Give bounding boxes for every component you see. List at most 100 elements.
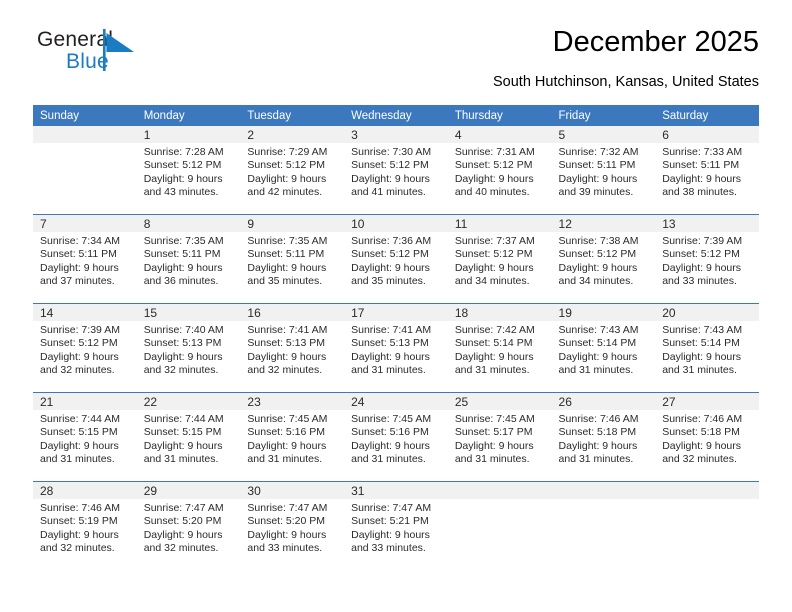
day-cell-inner: 5 Sunrise: 7:32 AM Sunset: 5:11 PM Daylight… [551,126,656,214]
day-cell-inner: 3 Sunrise: 7:30 AM Sunset: 5:12 PM Daylight… [344,126,448,214]
daylight-duration-line2: and 33 minutes. [351,542,426,555]
calendar-day-cell[interactable]: 2 Sunrise: 7:29 AM Sunset: 5:12 PM Daylight… [240,126,345,215]
daylight-duration-line2: and 31 minutes. [558,453,634,466]
sunrise-time: Sunrise: 7:28 AM [143,146,224,158]
daylight-duration-line2: and 41 minutes. [351,186,426,199]
calendar-day-cell[interactable]: 19 Sunrise: 7:43 AM Sunset: 5:14 PM Dayligh… [551,303,656,393]
day-sun-info: Sunrise: 7:39 AM Sunset: 5:12 PM Daylight:… [655,232,759,289]
sunset-time: Sunset: 5:11 PM [558,159,636,172]
sunset-time: Sunset: 5:14 PM [558,337,637,350]
day-sun-info: Sunrise: 7:30 AM Sunset: 5:12 PM Daylight:… [344,143,448,200]
day-sun-info: Sunrise: 7:46 AM Sunset: 5:18 PM Daylight:… [552,410,656,467]
day-sun-info: Sunrise: 7:46 AM Sunset: 5:19 PM Daylight:… [33,499,137,556]
daylight-duration-line2: and 38 minutes. [662,186,737,199]
calendar-day-cell[interactable]: 24 Sunrise: 7:45 AM Sunset: 5:16 PM Dayligh… [344,392,448,482]
calendar-day-cell[interactable]: 31 Sunrise: 7:47 AM Sunset: 5:21 PM Dayligh… [344,481,448,570]
day-sun-info: Sunrise: 7:28 AM Sunset: 5:12 PM Daylight:… [137,143,241,200]
weekday-header-thursday: Thursday [447,105,552,126]
day-number: 30 [240,482,345,499]
sunset-time: Sunset: 5:16 PM [247,426,326,439]
daylight-duration-line1: Daylight: 9 hours [40,528,119,541]
day-cell-inner: 9 Sunrise: 7:35 AM Sunset: 5:11 PM Daylight… [240,215,345,303]
day-cell-inner: 2 Sunrise: 7:29 AM Sunset: 5:12 PM Daylight… [240,126,345,214]
sunset-time: Sunset: 5:19 PM [40,515,118,528]
sunrise-time: Sunrise: 7:46 AM [662,413,743,425]
calendar-day-cell[interactable]: 12 Sunrise: 7:38 AM Sunset: 5:12 PM Dayligh… [551,214,656,304]
day-cell-inner: 18 Sunrise: 7:42 AM Sunset: 5:14 PM Dayligh… [447,304,552,392]
calendar-day-cell[interactable]: 28 Sunrise: 7:46 AM Sunset: 5:19 PM Dayligh… [33,481,137,570]
calendar-day-cell [447,481,552,570]
sunrise-time: Sunrise: 7:47 AM [351,502,432,514]
sunrise-time: Sunrise: 7:46 AM [40,502,120,514]
calendar-day-cell[interactable]: 15 Sunrise: 7:40 AM Sunset: 5:13 PM Dayligh… [136,303,241,393]
daylight-duration-line1: Daylight: 9 hours [351,528,430,541]
calendar-day-cell[interactable]: 10 Sunrise: 7:36 AM Sunset: 5:12 PM Dayligh… [344,214,448,304]
day-sun-info: Sunrise: 7:44 AM Sunset: 5:15 PM Daylight:… [33,410,137,467]
brand-logo[interactable]: General Blue [37,28,217,88]
calendar-day-cell[interactable]: 6 Sunrise: 7:33 AM Sunset: 5:11 PM Daylight… [655,126,759,215]
daylight-duration-line1: Daylight: 9 hours [454,350,534,363]
calendar-day-cell[interactable]: 13 Sunrise: 7:39 AM Sunset: 5:12 PM Dayligh… [655,214,759,304]
daylight-duration-line1: Daylight: 9 hours [247,350,327,363]
day-sun-info: Sunrise: 7:46 AM Sunset: 5:18 PM Daylight:… [655,410,759,467]
sunset-time: Sunset: 5:17 PM [454,426,533,439]
calendar-day-cell[interactable]: 18 Sunrise: 7:42 AM Sunset: 5:14 PM Dayligh… [447,303,552,393]
day-number: 15 [136,304,241,321]
calendar-day-cell[interactable]: 4 Sunrise: 7:31 AM Sunset: 5:12 PM Daylight… [447,126,552,215]
day-cell-inner: 24 Sunrise: 7:45 AM Sunset: 5:16 PM Dayligh… [344,393,448,481]
calendar-day-cell[interactable]: 9 Sunrise: 7:35 AM Sunset: 5:11 PM Daylight… [240,214,345,304]
daylight-duration-line1: Daylight: 9 hours [143,261,223,274]
calendar-day-cell[interactable]: 7 Sunrise: 7:34 AM Sunset: 5:11 PM Daylight… [33,214,137,304]
sunset-time: Sunset: 5:12 PM [143,159,222,172]
day-number: 20 [655,304,759,321]
calendar-day-cell[interactable]: 3 Sunrise: 7:30 AM Sunset: 5:12 PM Daylight… [344,126,448,215]
calendar-day-cell[interactable]: 11 Sunrise: 7:37 AM Sunset: 5:12 PM Dayligh… [447,214,552,304]
sunset-time: Sunset: 5:12 PM [40,337,118,350]
daylight-duration-line2: and 32 minutes. [247,364,323,377]
daylight-duration-line1: Daylight: 9 hours [143,439,223,452]
brand-name-blue: Blue [66,50,109,73]
day-number: 16 [240,304,345,321]
sunset-time: Sunset: 5:18 PM [662,426,740,439]
calendar-day-cell[interactable]: 8 Sunrise: 7:35 AM Sunset: 5:11 PM Daylight… [136,214,241,304]
day-number: 18 [447,304,552,321]
calendar-day-cell[interactable]: 5 Sunrise: 7:32 AM Sunset: 5:11 PM Daylight… [551,126,656,215]
day-cell-inner: 4 Sunrise: 7:31 AM Sunset: 5:12 PM Daylight… [447,126,552,214]
day-cell-inner: 19 Sunrise: 7:43 AM Sunset: 5:14 PM Dayligh… [551,304,656,392]
calendar-day-cell[interactable]: 14 Sunrise: 7:39 AM Sunset: 5:12 PM Dayligh… [33,303,137,393]
calendar-day-cell[interactable]: 26 Sunrise: 7:46 AM Sunset: 5:18 PM Dayligh… [551,392,656,482]
calendar-day-cell[interactable]: 23 Sunrise: 7:45 AM Sunset: 5:16 PM Dayligh… [240,392,345,482]
calendar-day-cell[interactable]: 21 Sunrise: 7:44 AM Sunset: 5:15 PM Dayligh… [33,392,137,482]
day-sun-info: Sunrise: 7:36 AM Sunset: 5:12 PM Daylight:… [344,232,448,289]
calendar-day-cell[interactable]: 27 Sunrise: 7:46 AM Sunset: 5:18 PM Dayligh… [655,392,759,482]
daylight-duration-line2: and 43 minutes. [143,186,219,199]
calendar-day-cell[interactable]: 25 Sunrise: 7:45 AM Sunset: 5:17 PM Dayligh… [447,392,552,482]
day-number: 22 [136,393,241,410]
sunrise-time: Sunrise: 7:45 AM [454,413,535,425]
sunset-time: Sunset: 5:20 PM [247,515,326,528]
day-number: 5 [551,126,656,143]
day-number [551,482,656,499]
day-sun-info: Sunrise: 7:39 AM Sunset: 5:12 PM Daylight:… [33,321,137,378]
daylight-duration-line2: and 31 minutes. [40,453,115,466]
calendar-day-cell[interactable]: 30 Sunrise: 7:47 AM Sunset: 5:20 PM Dayligh… [240,481,345,570]
day-number: 1 [136,126,241,143]
page-header: General Blue December 2025 South Hutchin… [33,26,759,98]
calendar-day-cell[interactable]: 16 Sunrise: 7:41 AM Sunset: 5:13 PM Dayligh… [240,303,345,393]
daylight-duration-line1: Daylight: 9 hours [247,172,327,185]
calendar-day-cell[interactable]: 17 Sunrise: 7:41 AM Sunset: 5:13 PM Dayligh… [344,303,448,393]
calendar-day-cell[interactable]: 29 Sunrise: 7:47 AM Sunset: 5:20 PM Dayligh… [136,481,241,570]
daylight-duration-line1: Daylight: 9 hours [662,261,742,274]
daylight-duration-line2: and 42 minutes. [247,186,323,199]
sunrise-time: Sunrise: 7:45 AM [351,413,432,425]
calendar-day-cell[interactable]: 1 Sunrise: 7:28 AM Sunset: 5:12 PM Daylight… [136,126,241,215]
daylight-duration-line2: and 31 minutes. [558,364,634,377]
calendar-day-cell[interactable]: 22 Sunrise: 7:44 AM Sunset: 5:15 PM Dayligh… [136,392,241,482]
sunset-time: Sunset: 5:20 PM [143,515,222,528]
daylight-duration-line2: and 32 minutes. [662,453,737,466]
day-number: 27 [655,393,759,410]
calendar-day-cell[interactable]: 20 Sunrise: 7:43 AM Sunset: 5:14 PM Dayligh… [655,303,759,393]
day-sun-info: Sunrise: 7:37 AM Sunset: 5:12 PM Daylight:… [448,232,552,289]
day-cell-inner: 6 Sunrise: 7:33 AM Sunset: 5:11 PM Daylight… [655,126,759,214]
sunset-time: Sunset: 5:13 PM [143,337,222,350]
